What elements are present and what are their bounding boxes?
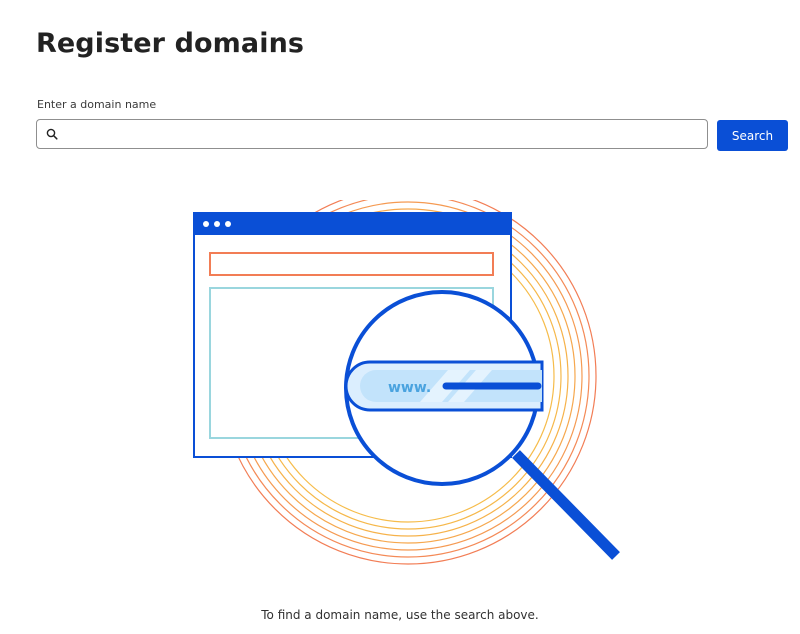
domain-search-input[interactable] [59,121,707,147]
search-button[interactable]: Search [717,120,788,151]
register-domains-page: Register domains Enter a domain name Sea… [0,0,800,634]
empty-state-message: To find a domain name, use the search ab… [261,608,539,622]
domain-input-label: Enter a domain name [37,98,157,111]
domain-search-illustration: www. [193,200,620,565]
address-prefix-text: www. [388,380,431,396]
search-icon [45,127,59,141]
domain-search-box[interactable] [36,119,708,149]
page-title: Register domains [36,28,305,59]
